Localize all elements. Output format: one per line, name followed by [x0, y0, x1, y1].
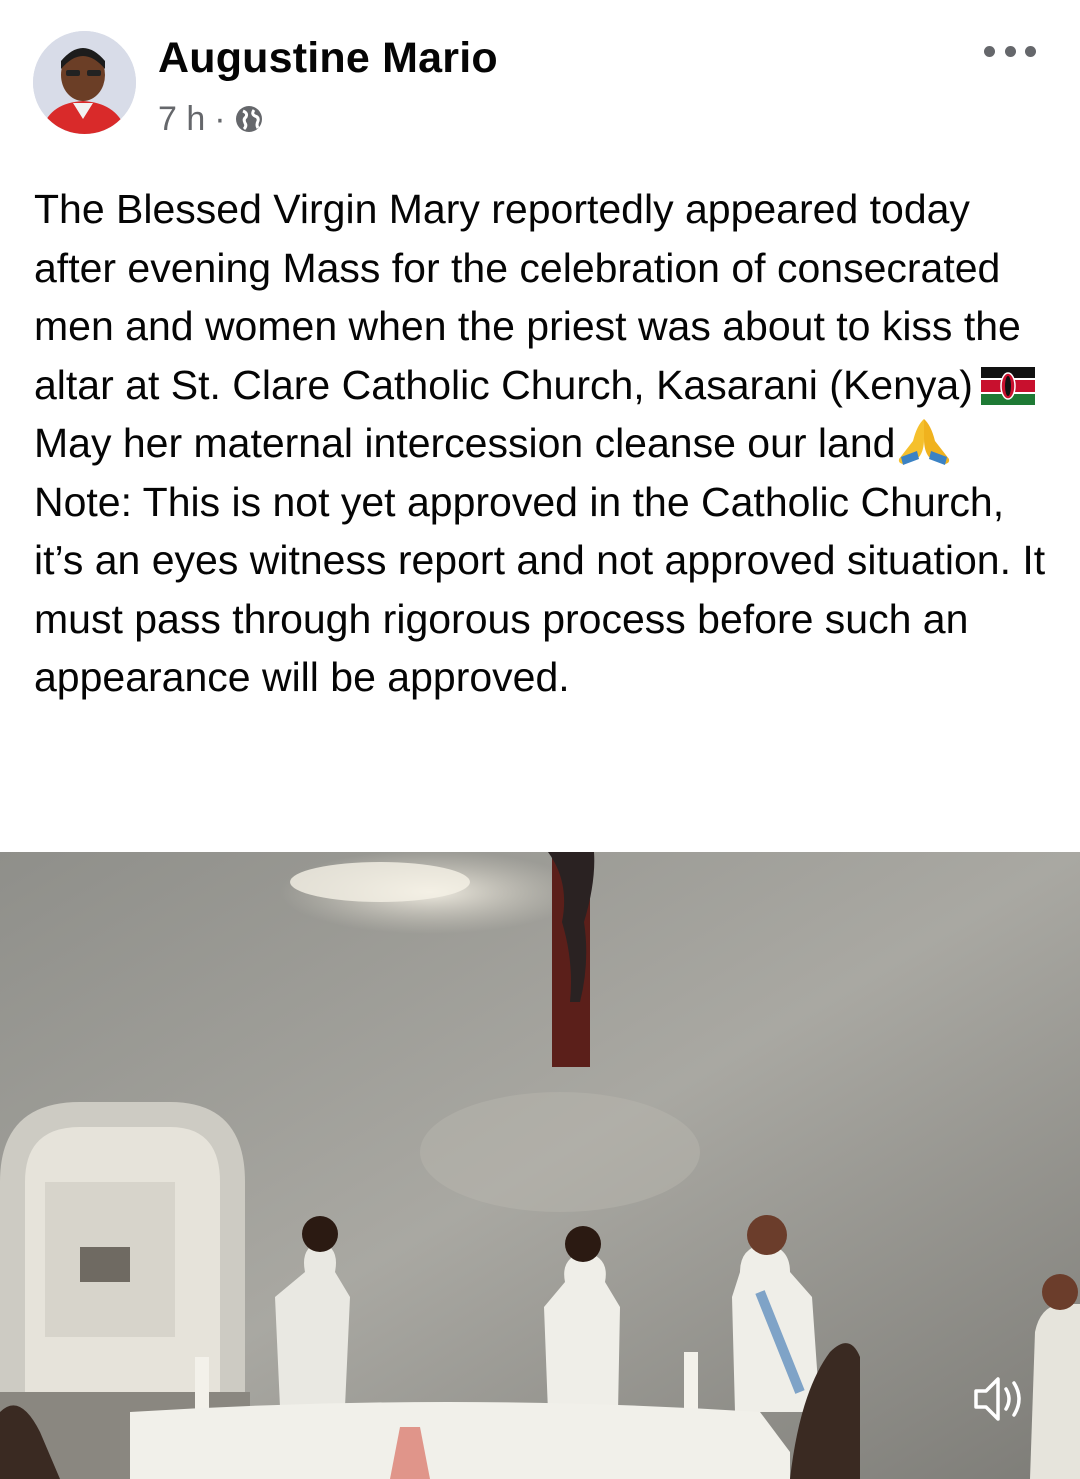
video-thumbnail[interactable]	[0, 852, 1080, 1479]
timestamp[interactable]: 7 h	[158, 100, 205, 139]
globe-icon	[234, 104, 264, 134]
post-paragraph-2: May her maternal intercession cleanse ou…	[34, 414, 1054, 473]
meta-separator: ·	[214, 99, 226, 138]
post-paragraph-3: Note: This is not yet approved in the Ca…	[34, 478, 1046, 701]
paragraph-2-text: May her maternal intercession cleanse ou…	[34, 420, 896, 466]
post-body: The Blessed Virgin Mary reportedly appea…	[34, 180, 1054, 707]
avatar[interactable]	[33, 31, 136, 134]
author-name[interactable]: Augustine Mario	[158, 34, 498, 83]
post-header: Augustine Mario 7 h ·	[0, 0, 1080, 150]
more-dots-icon[interactable]	[984, 34, 1036, 68]
folded-hands-icon	[895, 415, 953, 467]
church-scene	[0, 852, 1080, 1479]
speaker-icon[interactable]	[968, 1368, 1030, 1430]
kenya-flag-icon	[980, 362, 1035, 405]
post-meta: 7 h ·	[158, 98, 264, 140]
more-dot	[1004, 45, 1016, 57]
more-dot	[1025, 45, 1036, 57]
paragraph-1-text: The Blessed Virgin Mary reportedly appea…	[34, 186, 1021, 408]
post-paragraph-1: The Blessed Virgin Mary reportedly appea…	[34, 180, 1054, 414]
more-dot	[984, 45, 995, 57]
